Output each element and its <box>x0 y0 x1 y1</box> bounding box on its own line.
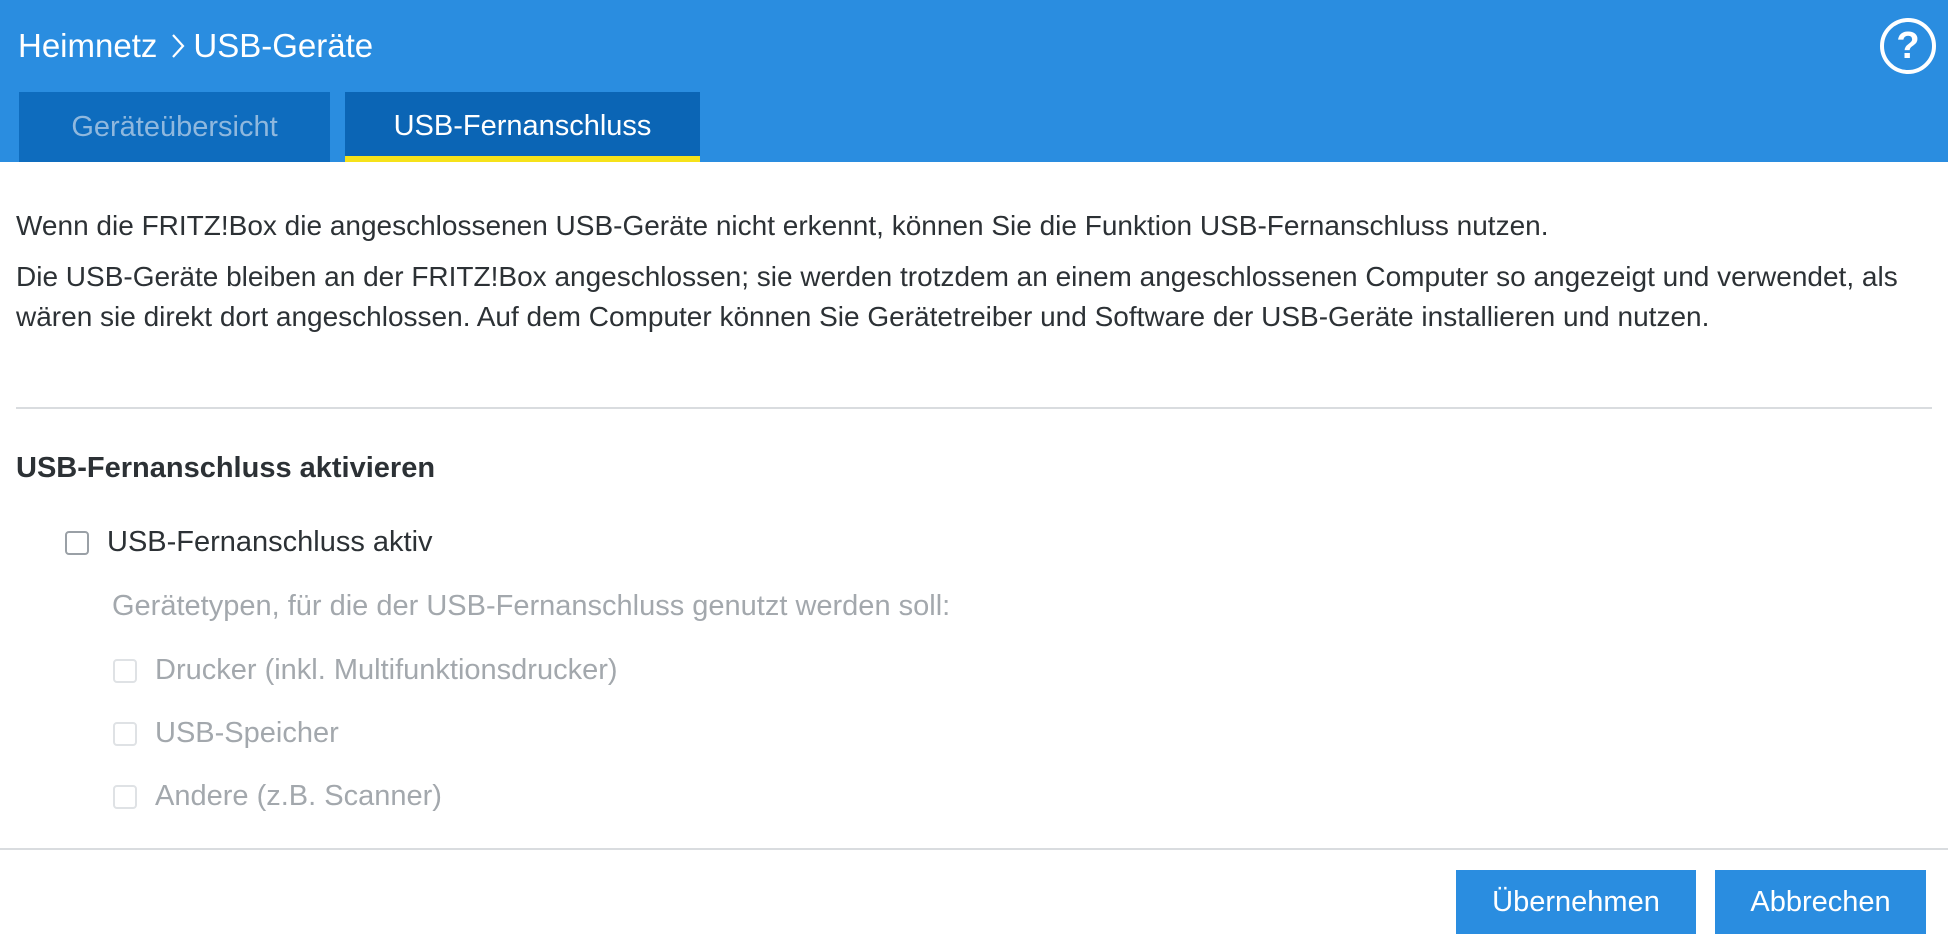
tab-usb-remote-connection[interactable]: USB-Fernanschluss <box>345 92 700 162</box>
usb-remote-active-label[interactable]: USB-Fernanschluss aktiv <box>107 526 433 559</box>
breadcrumb: Heimnetz USB-Geräte <box>18 24 373 68</box>
divider <box>16 407 1932 409</box>
help-icon[interactable]: ? <box>1880 18 1936 74</box>
device-type-storage-option: USB-Speicher <box>113 717 339 750</box>
tab-device-overview[interactable]: Geräteübersicht <box>19 92 330 162</box>
usb-storage-checkbox <box>113 721 137 746</box>
usb-storage-label: USB-Speicher <box>155 717 339 749</box>
device-type-printer-option: Drucker (inkl. Multifunktionsdrucker) <box>113 654 618 687</box>
cancel-button[interactable]: Abbrechen <box>1715 870 1926 934</box>
printer-label: Drucker (inkl. Multifunktionsdrucker) <box>155 654 618 686</box>
usb-remote-active-option[interactable]: USB-Fernanschluss aktiv <box>65 526 433 559</box>
breadcrumb-current: USB-Geräte <box>193 27 374 64</box>
other-devices-label: Andere (z.B. Scanner) <box>155 780 442 812</box>
intro-text-1: Wenn die FRITZ!Box die angeschlossenen U… <box>16 210 1549 241</box>
page-header: Heimnetz USB-Geräte ? Geräteübersicht US… <box>0 0 1948 162</box>
intro-text-2: Die USB-Geräte bleiben an der FRITZ!Box … <box>16 261 1898 332</box>
device-type-other-option: Andere (z.B. Scanner) <box>113 780 442 813</box>
other-devices-checkbox <box>113 784 137 809</box>
usb-remote-active-checkbox[interactable] <box>65 530 89 555</box>
breadcrumb-parent[interactable]: Heimnetz <box>18 27 157 65</box>
printer-checkbox <box>113 658 137 683</box>
footer-divider <box>0 848 1948 850</box>
apply-button[interactable]: Übernehmen <box>1456 870 1696 934</box>
tab-bar: Geräteübersicht USB-Fernanschluss <box>19 92 700 162</box>
section-title: USB-Fernanschluss aktivieren <box>16 452 436 484</box>
device-types-hint: Gerätetypen, für die der USB-Fernanschlu… <box>112 590 951 622</box>
chevron-right-icon <box>171 33 185 59</box>
